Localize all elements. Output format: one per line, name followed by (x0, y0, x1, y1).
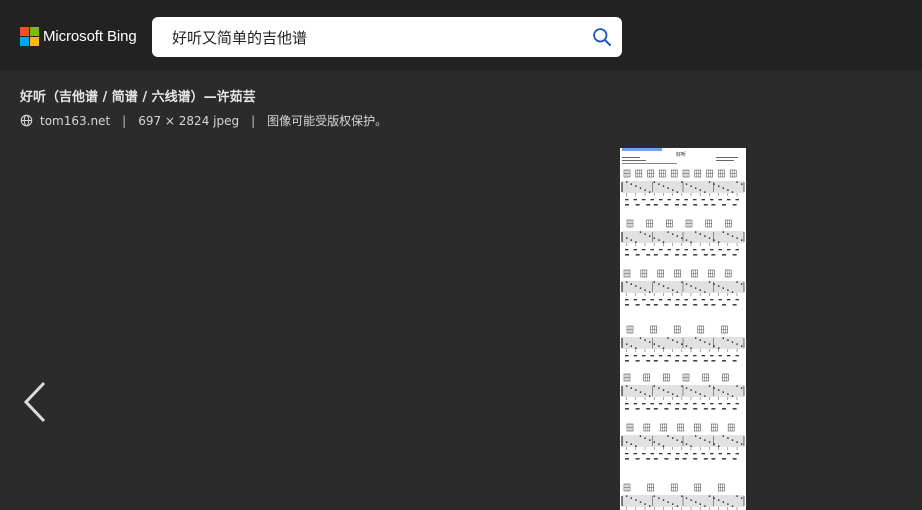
bing-logo[interactable]: Microsoft Bing (20, 27, 137, 46)
guitar-tab-drawing (621, 157, 745, 510)
header-bar: Microsoft Bing (0, 0, 922, 70)
chevron-left-icon[interactable] (22, 380, 48, 424)
brand-name: Microsoft Bing (43, 28, 137, 45)
meta-separator: | (122, 113, 127, 128)
copyright-notice: 图像可能受版权保护。 (267, 114, 388, 128)
globe-icon (20, 114, 33, 127)
source-link[interactable]: tom163.net (40, 114, 110, 128)
sheet-music-image[interactable]: 好听 (620, 148, 746, 510)
image-dimensions: 697 × 2824 jpeg (138, 113, 240, 128)
meta-separator: | (251, 113, 256, 128)
search-input[interactable] (152, 17, 582, 57)
search-button[interactable] (582, 17, 622, 57)
image-meta: tom163.net | 697 × 2824 jpeg | 图像可能受版权保护… (20, 112, 387, 129)
search-box (152, 17, 622, 57)
search-icon (593, 28, 611, 46)
image-title[interactable]: 好听（吉他谱 / 简谱 / 六线谱）—许茹芸 (20, 86, 256, 105)
microsoft-logo-icon (20, 27, 39, 46)
